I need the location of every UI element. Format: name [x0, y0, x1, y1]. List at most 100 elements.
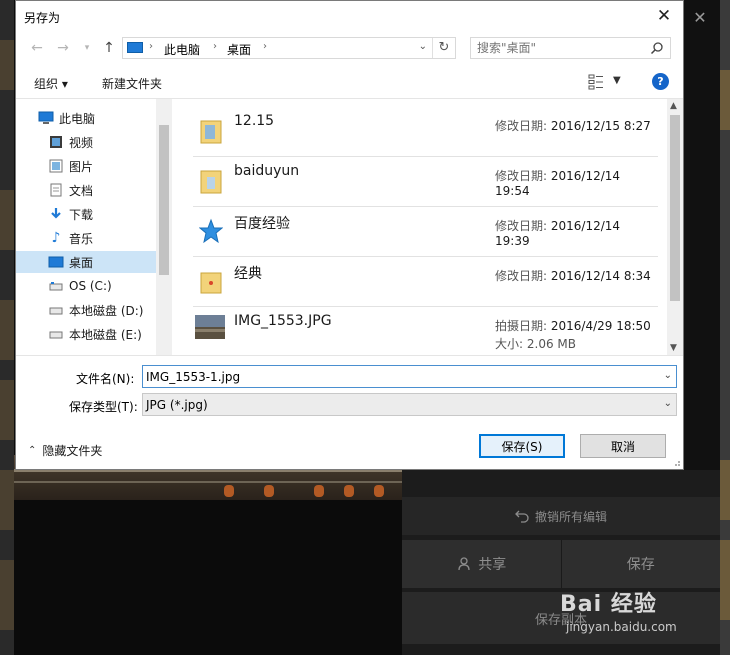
view-options-icon[interactable]: [588, 74, 604, 90]
forward-arrow-icon[interactable]: →: [54, 39, 72, 57]
computer-icon: [38, 110, 54, 126]
right-edge-strip: [720, 0, 730, 655]
file-item-baidu-jingyan[interactable]: 百度经验 修改日期: 2016/12/14 19:39: [193, 207, 658, 257]
filmstrip-thumbnail[interactable]: [0, 300, 14, 360]
download-icon: [48, 206, 64, 222]
filmstrip-thumbnail[interactable]: [0, 560, 14, 630]
drive-icon: [48, 278, 64, 294]
file-item-img-1553[interactable]: IMG_1553.JPG 拍摄日期: 2016/4/29 18:50 大小: 2…: [193, 307, 658, 355]
undo-all-edits-label: 撤销所有编辑: [534, 509, 607, 524]
sidebar-item-label: 图片: [69, 159, 94, 174]
drive-icon: [48, 326, 64, 342]
filename-row: 文件名(N): ⌄: [16, 364, 683, 390]
recent-locations-chevron-icon[interactable]: ▾: [78, 39, 96, 57]
app-close-icon[interactable]: ✕: [690, 8, 710, 28]
sidebar-item-music[interactable]: ♪ 音乐: [16, 227, 172, 249]
folder-icon: [200, 170, 222, 194]
scroll-down-icon[interactable]: ▼: [670, 343, 677, 353]
cancel-button[interactable]: 取消: [580, 434, 666, 458]
undo-icon: [515, 510, 529, 523]
search-box[interactable]: [470, 37, 671, 59]
sidebar-item-label: 下载: [69, 207, 94, 222]
filename-dropdown-chevron-icon[interactable]: ⌄: [664, 370, 672, 381]
filmstrip-thumbnail[interactable]: [0, 380, 14, 440]
save-button-app[interactable]: 保存: [561, 540, 720, 588]
save-button[interactable]: 保存(S): [479, 434, 565, 458]
filmstrip-thumbnail[interactable]: [0, 470, 14, 530]
breadcrumb-separator-icon[interactable]: ›: [213, 41, 217, 52]
help-icon[interactable]: ?: [652, 73, 669, 90]
address-bar[interactable]: › 此电脑 › 桌面 › ⌄ ↻: [122, 37, 456, 59]
search-icon[interactable]: [650, 41, 664, 55]
file-modified-date: 修改日期: 2016/12/14 8:34: [495, 269, 651, 283]
image-icon: [48, 158, 64, 174]
sidebar-item-downloads[interactable]: 下载: [16, 203, 172, 225]
address-dropdown-chevron-icon[interactable]: ⌄: [419, 41, 427, 52]
breadcrumb-separator-icon[interactable]: ›: [263, 41, 267, 52]
undo-all-edits-button[interactable]: 撤销所有编辑: [402, 497, 720, 535]
filmstrip: [0, 0, 14, 655]
filename-combobox[interactable]: ⌄: [142, 365, 677, 388]
file-item-12-15[interactable]: 12.15 修改日期: 2016/12/15 8:27: [193, 107, 658, 157]
sidebar-item-videos[interactable]: 视频: [16, 131, 172, 153]
sidebar-item-label: 本地磁盘 (E:): [69, 327, 142, 342]
file-item-baiduyun[interactable]: baiduyun 修改日期: 2016/12/14 19:54: [193, 157, 658, 207]
dialog-close-icon[interactable]: ✕: [651, 3, 677, 29]
watermark-url: jingyan.baidu.com: [566, 620, 677, 634]
hide-folders-toggle[interactable]: ⌃ 隐藏文件夹: [28, 442, 102, 459]
back-arrow-icon[interactable]: ←: [28, 39, 46, 57]
navigation-scrollbar[interactable]: [156, 99, 172, 355]
folder-icon: [200, 120, 222, 144]
resize-grip-icon[interactable]: [671, 457, 681, 467]
file-item-jingdian[interactable]: 经典 修改日期: 2016/12/14 8:34: [193, 257, 658, 307]
file-list: 12.15 修改日期: 2016/12/15 8:27 baiduyun 修改日…: [173, 99, 683, 355]
filename-label: 文件名(N):: [76, 372, 135, 386]
file-name: 经典: [234, 266, 262, 282]
drive-icon: [48, 302, 64, 318]
breadcrumb-separator-icon[interactable]: ›: [149, 41, 153, 52]
filmstrip-thumbnail[interactable]: [0, 190, 14, 250]
new-folder-button[interactable]: 新建文件夹: [102, 75, 162, 92]
sidebar-item-label: OS (C:): [69, 279, 112, 293]
baidu-watermark: Bai 经验 jingyan.baidu.com: [560, 582, 720, 642]
file-list-scrollbar[interactable]: ▲ ▼: [667, 99, 683, 355]
navigation-scrollbar-thumb[interactable]: [159, 125, 169, 275]
image-thumbnail-icon: [195, 315, 225, 339]
sidebar-item-pictures[interactable]: 图片: [16, 155, 172, 177]
dialog-title: 另存为: [24, 11, 61, 25]
hide-folders-label: 隐藏文件夹: [42, 444, 103, 458]
sidebar-item-label: 桌面: [69, 255, 94, 270]
sidebar-item-desktop[interactable]: 桌面: [16, 251, 172, 273]
up-arrow-icon[interactable]: ↑: [100, 39, 118, 57]
filename-input[interactable]: [146, 368, 646, 385]
dialog-titlebar[interactable]: 另存为 ✕: [16, 1, 683, 33]
share-button[interactable]: 共享: [402, 540, 562, 588]
filetype-dropdown-chevron-icon[interactable]: ⌄: [664, 398, 672, 409]
navigation-pane: 此电脑 视频 图片 文档 下载 ♪ 音乐 桌面 OS (C:) 本地磁盘 (D:…: [16, 99, 172, 355]
file-modified-date: 修改日期: 2016/12/14 19:54: [495, 169, 621, 198]
breadcrumb-this-pc[interactable]: 此电脑: [164, 41, 200, 58]
star-icon: [199, 218, 223, 244]
sidebar-item-this-pc[interactable]: 此电脑: [16, 107, 172, 129]
filetype-select[interactable]: JPG (*.jpg) ⌄: [142, 393, 677, 416]
file-name: IMG_1553.JPG: [234, 313, 332, 329]
sidebar-item-label: 音乐: [69, 231, 94, 246]
sidebar-item-os-c[interactable]: OS (C:): [16, 275, 172, 297]
sidebar-item-drive-e[interactable]: 本地磁盘 (E:): [16, 323, 172, 345]
sidebar-item-drive-d[interactable]: 本地磁盘 (D:): [16, 299, 172, 321]
filmstrip-thumbnail[interactable]: [0, 40, 14, 90]
file-name: 百度经验: [234, 216, 290, 232]
view-dropdown-chevron-icon[interactable]: ▼: [613, 75, 621, 86]
scroll-up-icon[interactable]: ▲: [670, 101, 677, 111]
filetype-label: 保存类型(T):: [69, 400, 138, 414]
sidebar-item-label: 视频: [69, 135, 94, 150]
folder-icon: [200, 272, 222, 294]
refresh-icon[interactable]: ↻: [432, 38, 455, 58]
organize-menu-button[interactable]: 组织 ▾: [34, 75, 68, 92]
search-input[interactable]: [477, 40, 637, 56]
file-list-scrollbar-thumb[interactable]: [670, 115, 680, 301]
file-name: 12.15: [234, 113, 275, 129]
sidebar-item-documents[interactable]: 文档: [16, 179, 172, 201]
breadcrumb-desktop[interactable]: 桌面: [227, 41, 251, 58]
file-name: baiduyun: [234, 163, 300, 179]
